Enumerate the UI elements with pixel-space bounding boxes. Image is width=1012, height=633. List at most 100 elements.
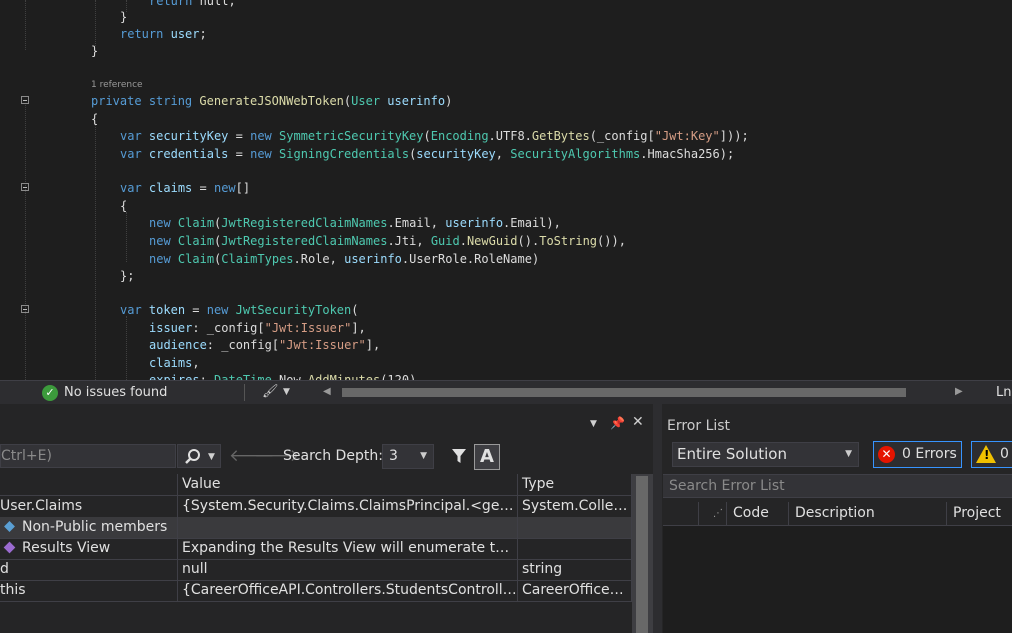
code-line[interactable]: return user; [120, 25, 207, 43]
code-line[interactable]: return null; [149, 0, 236, 10]
code-line[interactable]: } [120, 8, 127, 26]
search-depth-label: Search Depth: [283, 448, 383, 464]
project-column-header[interactable]: Project [947, 502, 1012, 525]
code-token: }; [120, 269, 135, 283]
chevron-down-icon[interactable]: ▼ [283, 387, 290, 397]
description-column-header[interactable]: Description [789, 502, 947, 525]
search-button[interactable]: ▼ [177, 444, 221, 468]
error-list-window: Error List Entire Solution ▼ ✕ 0 Errors … [662, 404, 1012, 633]
code-token: ; [199, 27, 207, 41]
variable-name-cell[interactable]: d [0, 559, 178, 580]
value-column-header[interactable]: Value [178, 474, 518, 495]
scroll-right-icon[interactable]: ▶ [955, 386, 963, 397]
code-token: token [148, 303, 186, 317]
indent-guide [95, 124, 96, 380]
code-token: string [148, 94, 193, 108]
table-row[interactable]: User.Claims {System.Security.Claims.Claim… [0, 496, 632, 518]
indent-guide [126, 212, 127, 262]
scroll-left-icon[interactable]: ◀ [323, 386, 331, 397]
code-token: user [170, 27, 200, 41]
type-column-header[interactable]: Type [518, 474, 632, 495]
grid-header: Value Type [0, 474, 632, 496]
code-token: AddMinutes [307, 373, 381, 380]
pane-divider[interactable] [653, 404, 662, 633]
code-line[interactable]: var securityKey = new SymmetricSecurityK… [120, 127, 749, 145]
match-case-button[interactable]: A [474, 444, 500, 470]
pin-icon[interactable]: 📌 [610, 416, 625, 430]
code-token: = [228, 147, 251, 161]
warnings-filter-button[interactable]: ! 0 [971, 441, 1012, 468]
code-editor[interactable]: 1 reference return null;} return user;} pr… [0, 0, 1012, 380]
table-row[interactable]: d null string [0, 559, 632, 581]
code-token: .Email, [387, 216, 446, 230]
table-row[interactable]: Results View Expanding the Results View w… [0, 538, 632, 560]
type-cell: CareerOfficeAPI.Controllers.StudentsCont… [518, 580, 632, 601]
search-depth-value: 3 [389, 448, 398, 464]
fold-toggle-method[interactable] [21, 96, 29, 104]
code-token: userinfo [344, 252, 402, 266]
code-line[interactable]: new Claim(JwtRegisteredClaimNames.Jti, G… [149, 232, 626, 250]
locals-toolbar: Ctrl+E) ▼ 🡐 🡒 Search Depth: 3 ▼ A [0, 440, 653, 474]
value-cell[interactable]: Expanding the Results View will enumerat… [178, 538, 518, 559]
fold-toggle-token[interactable] [21, 305, 29, 313]
fold-toggle-claims[interactable] [21, 183, 29, 191]
code-token: new [250, 129, 272, 143]
close-icon[interactable]: ✕ [632, 414, 644, 430]
code-line[interactable]: issuer: _config["Jwt:Issuer"], [149, 319, 366, 337]
value-cell[interactable]: null [178, 559, 518, 580]
code-token: .Email), [503, 216, 561, 230]
sort-glyph-icon[interactable]: ⋰ [699, 502, 727, 525]
code-line[interactable]: private string GenerateJSONWebToken(User… [91, 92, 452, 110]
code-token: } [91, 44, 99, 58]
chevron-down-icon: ▼ [845, 449, 852, 459]
scope-select[interactable]: Entire Solution ▼ [672, 442, 859, 467]
issues-status[interactable]: No issues found [64, 385, 167, 401]
variable-name-cell[interactable]: Non-Public members [0, 517, 178, 538]
error-list-search-input[interactable]: Search Error List [663, 474, 1012, 498]
code-line[interactable]: new Claim(ClaimTypes.Role, userinfo.User… [149, 250, 539, 268]
code-line[interactable]: claims, [149, 354, 200, 372]
name-column-header[interactable] [0, 474, 178, 495]
code-line[interactable]: var claims = new[] [120, 179, 250, 197]
variable-name-cell[interactable]: this [0, 580, 178, 601]
horizontal-scroll-thumb[interactable] [342, 388, 906, 397]
code-token: . [459, 234, 467, 248]
icon-column-header[interactable] [663, 502, 699, 525]
filter-funnel-icon[interactable] [451, 448, 467, 464]
code-line[interactable]: { [120, 197, 127, 215]
cube-icon [3, 541, 16, 554]
vertical-scroll-thumb[interactable] [636, 476, 648, 633]
variable-name: User.Claims [0, 498, 83, 514]
code-line[interactable]: var credentials = new SigningCredentials… [120, 145, 734, 163]
code-column-header[interactable]: Code [727, 502, 789, 525]
search-depth-select[interactable]: 3 ▼ [382, 444, 434, 469]
code-cleanup-brush-icon[interactable]: 🖌 [262, 384, 279, 399]
code-token: , [495, 147, 511, 161]
code-line[interactable]: new Claim(JwtRegisteredClaimNames.Email,… [149, 214, 561, 232]
code-token: { [91, 112, 99, 126]
errors-filter-button[interactable]: ✕ 0 Errors [873, 441, 962, 468]
code-line[interactable]: { [91, 110, 98, 128]
variable-name-cell[interactable]: User.Claims [0, 496, 178, 517]
locals-search-input[interactable]: Ctrl+E) [0, 444, 176, 468]
table-row[interactable]: this {CareerOfficeAPI.Controllers.Student… [0, 580, 632, 602]
variable-name: this [0, 582, 26, 598]
code-token: = [192, 181, 214, 195]
value-cell[interactable] [178, 517, 518, 538]
codelens-references[interactable]: 1 reference [91, 79, 143, 91]
code-line[interactable]: expires: DateTime.Now.AddMinutes(120), [149, 371, 424, 380]
variable-name-cell[interactable]: Results View [0, 538, 178, 559]
value-cell[interactable]: {System.Security.Claims.ClaimsPrincipal.… [178, 496, 518, 517]
code-token: return [149, 0, 193, 8]
table-row[interactable]: Non-Public members [0, 517, 632, 539]
value-cell[interactable]: {CareerOfficeAPI.Controllers.StudentsCon… [178, 580, 518, 601]
code-line[interactable]: audience: _config["Jwt:Issuer"], [149, 336, 380, 354]
code-line[interactable]: } [91, 42, 98, 60]
code-line[interactable]: }; [120, 267, 134, 285]
fold-line [25, 105, 26, 380]
window-menu-chevron-icon[interactable]: ▼ [590, 419, 597, 429]
code-line[interactable]: var token = new JwtSecurityToken( [120, 301, 358, 319]
variable-name: Non-Public members [22, 519, 168, 535]
